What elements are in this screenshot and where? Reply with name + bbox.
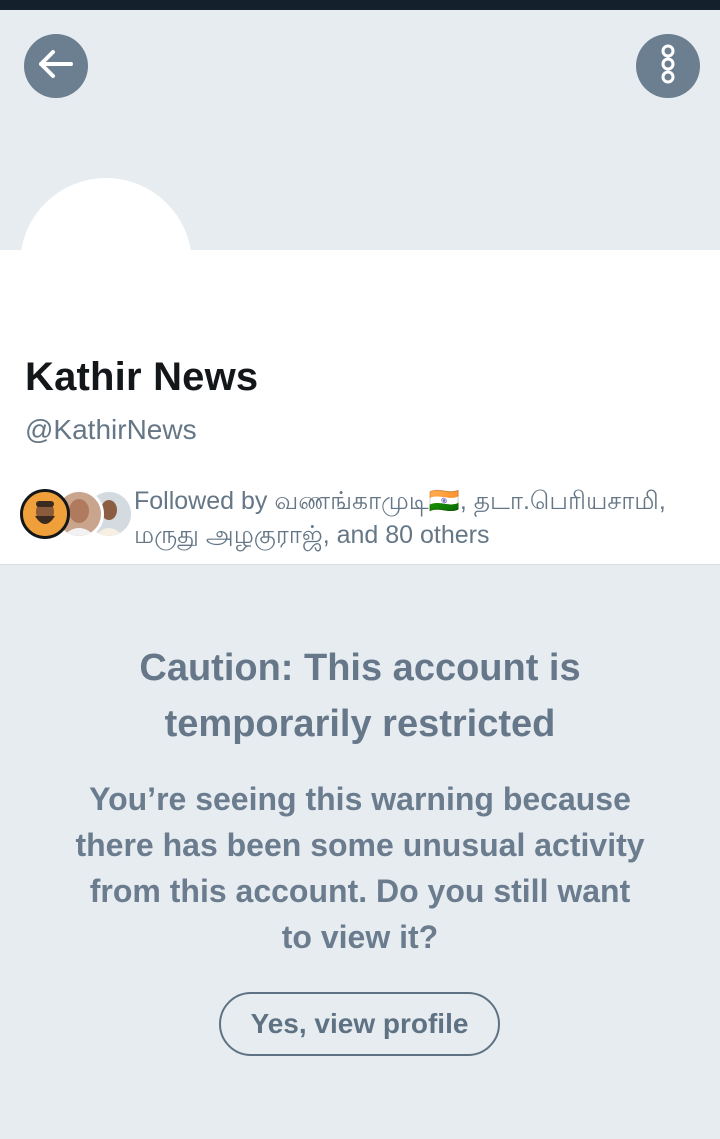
followed-by-line: மருது அழகுராஜ், and 80 others — [134, 521, 490, 549]
warning-message: You’re seeing this warning because there… — [50, 776, 670, 960]
avatar[interactable] — [20, 178, 192, 350]
caution-title-line: Caution: This account is — [139, 647, 581, 689]
followed-by-text: Followed by வணங்காமுடி🇮🇳, தடா.பெரியசாமி,… — [134, 484, 714, 552]
warning-line: from this account. Do you still want — [89, 873, 631, 909]
caution-title-line: temporarily restricted — [164, 703, 556, 745]
followed-by-section[interactable]: Followed by வணங்காமுடி🇮🇳, தடா.பெரியசாமி,… — [20, 484, 710, 550]
view-profile-button[interactable]: Yes, view profile — [219, 992, 500, 1056]
profile-handle: @KathirNews — [25, 414, 197, 445]
arrow-left-icon — [37, 49, 75, 84]
more-options-button[interactable] — [636, 34, 700, 98]
more-vertical-icon — [660, 44, 676, 89]
profile-name: Kathir News — [25, 355, 259, 399]
warning-line: to view it? — [281, 919, 439, 955]
warning-line: there has been some unusual activity — [75, 827, 645, 863]
warning-line: You’re seeing this warning because — [89, 781, 631, 817]
back-button[interactable] — [24, 34, 88, 98]
followed-by-line: Followed by வணங்காமுடி🇮🇳, தடா.பெரியசாமி, — [134, 487, 666, 515]
status-bar — [0, 0, 720, 10]
follower-avatar — [20, 489, 70, 539]
caution-title: Caution: This account is temporarily res… — [40, 640, 680, 752]
